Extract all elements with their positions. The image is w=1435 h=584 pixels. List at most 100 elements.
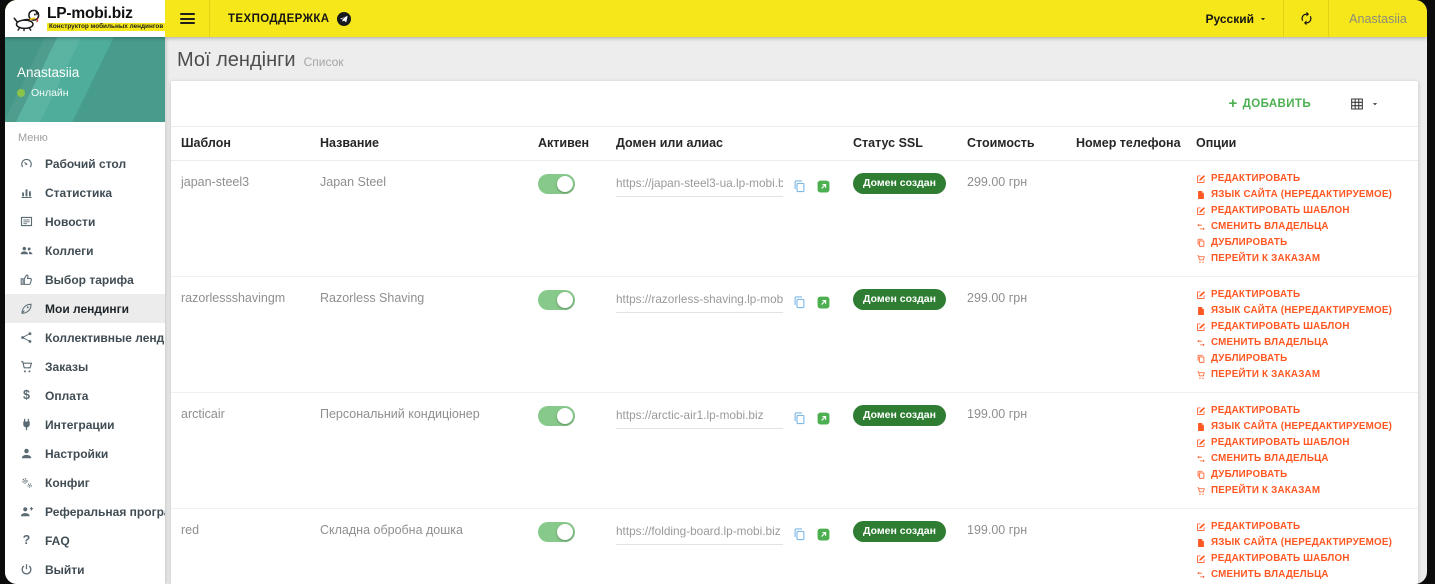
add-button[interactable]: + ДОБАВИТЬ: [1222, 95, 1317, 112]
row-template-name: razorlessshavingm: [181, 291, 286, 305]
edit-icon: [1196, 438, 1206, 448]
support-label: ТЕХПОДДЕРЖКА: [228, 12, 330, 25]
copy-domain-icon[interactable]: [792, 179, 807, 194]
app-window: LP-mobi.biz Конструктор мобильных лендин…: [5, 0, 1427, 584]
logo[interactable]: LP-mobi.biz Конструктор мобильных лендин…: [5, 0, 166, 37]
open-site-icon[interactable]: [816, 295, 831, 310]
page-header: Мої лендінги Список: [165, 37, 1427, 81]
topbar-username[interactable]: Anastasiia: [1329, 0, 1427, 37]
active-toggle[interactable]: [538, 174, 575, 194]
row-option-link[interactable]: ПЕРЕЙТИ К ЗАКАЗАМ: [1196, 369, 1408, 380]
page-subtitle: Список: [303, 55, 344, 69]
file-icon: [1196, 190, 1206, 200]
row-price: 199.00 грн: [967, 407, 1028, 421]
sidebar-item-referral[interactable]: Реферальная программа: [5, 497, 165, 526]
row-option-link[interactable]: РЕДАКТИРОВАТЬ: [1196, 521, 1408, 532]
active-toggle[interactable]: [538, 406, 575, 426]
cart-icon: [18, 359, 35, 374]
view-mode-button[interactable]: [1343, 95, 1386, 113]
row-option-link[interactable]: ДУБЛИРОВАТЬ: [1196, 353, 1408, 364]
card-toolbar: + ДОБАВИТЬ: [171, 81, 1418, 126]
sidebar-item-tariff[interactable]: Выбор тарифа: [5, 265, 165, 294]
domain-input[interactable]: [616, 524, 783, 545]
domain-input[interactable]: [616, 176, 783, 197]
sidebar-item-desktop[interactable]: Рабочий стол: [5, 149, 165, 178]
row-option-link[interactable]: СМЕНИТЬ ВЛАДЕЛЬЦА: [1196, 453, 1408, 464]
edit-icon: [1196, 554, 1206, 564]
sidebar-item-faq[interactable]: ? FAQ: [5, 526, 165, 555]
row-option-link[interactable]: СМЕНИТЬ ВЛАДЕЛЬЦА: [1196, 569, 1408, 580]
online-status-dot: [17, 89, 25, 97]
table-header-row: Шаблон Название Активен Домен или алиас Стат…: [171, 126, 1418, 161]
swap-icon: [1196, 454, 1206, 464]
active-toggle[interactable]: [538, 522, 575, 542]
sidebar-item-landings[interactable]: Мои лендинги: [5, 294, 165, 323]
page-title: Мої лендінги: [177, 49, 296, 71]
support-link[interactable]: ТЕХПОДДЕРЖКА: [210, 0, 370, 37]
sidebar-item-orders[interactable]: Заказы: [5, 352, 165, 381]
sidebar-item-logout[interactable]: Выйти: [5, 555, 165, 584]
sidebar-toggle-button[interactable]: [165, 0, 209, 37]
row-option-link[interactable]: РЕДАКТИРОВАТЬ: [1196, 289, 1408, 300]
row-option-link[interactable]: РЕДАКТИРОВАТЬ: [1196, 173, 1408, 184]
grid-icon: [1349, 96, 1365, 112]
sidebar-item-config[interactable]: Конфиг: [5, 468, 165, 497]
open-site-icon[interactable]: [816, 411, 831, 426]
sidebar-item-settings[interactable]: Настройки: [5, 439, 165, 468]
file-icon: [1196, 422, 1206, 432]
column-header-1: Шаблон: [171, 126, 310, 161]
row-option-link[interactable]: ПЕРЕЙТИ К ЗАКАЗАМ: [1196, 485, 1408, 496]
copy-domain-icon[interactable]: [792, 527, 807, 542]
open-site-icon[interactable]: [816, 527, 831, 542]
row-price: 299.00 грн: [967, 175, 1028, 189]
sidebar-item-collective[interactable]: Коллективные лендинги: [5, 323, 165, 352]
language-dropdown[interactable]: Русский: [1191, 0, 1284, 37]
language-label: Русский: [1205, 11, 1255, 26]
row-option-link[interactable]: РЕДАКТИРОВАТЬ ШАБЛОН: [1196, 321, 1408, 332]
sidebar-item-payment[interactable]: $ Оплата: [5, 381, 165, 410]
sidebar-item-news[interactable]: Новости: [5, 207, 165, 236]
row-option-link[interactable]: ЯЗЫК САЙТА (НЕРЕДАКТИРУЕМОЕ): [1196, 421, 1408, 432]
row-option-link[interactable]: РЕДАКТИРОВАТЬ ШАБЛОН: [1196, 553, 1408, 564]
row-option-link[interactable]: ДУБЛИРОВАТЬ: [1196, 469, 1408, 480]
sidebar-profile: Anastasiia Онлайн: [5, 37, 165, 122]
column-header-3: Активен: [528, 126, 606, 161]
rocket-icon: [18, 301, 35, 316]
news-icon: [18, 214, 35, 229]
row-option-link[interactable]: РЕДАКТИРОВАТЬ ШАБЛОН: [1196, 205, 1408, 216]
duplicate-icon: [1196, 470, 1206, 480]
row-option-link[interactable]: ПЕРЕЙТИ К ЗАКАЗАМ: [1196, 253, 1408, 264]
row-option-link[interactable]: ЯЗЫК САЙТА (НЕРЕДАКТИРУЕМОЕ): [1196, 305, 1408, 316]
logo-subtitle: Конструктор мобильных лендингов: [47, 22, 166, 32]
edit-icon: [1196, 322, 1206, 332]
table-row: razorlessshavingm Razorless Shaving Доме…: [171, 276, 1418, 393]
chevron-down-icon: [1370, 99, 1380, 109]
cart-icon: [1196, 370, 1206, 380]
ssl-status-badge: Домен создан: [853, 289, 946, 310]
copy-domain-icon[interactable]: [792, 411, 807, 426]
sidebar-item-integrations[interactable]: Интеграции: [5, 410, 165, 439]
logo-title: LP-mobi.biz: [47, 4, 133, 22]
domain-input[interactable]: [616, 408, 783, 429]
column-header-6: Стоимость: [957, 126, 1066, 161]
sidebar-item-stats[interactable]: Статистика: [5, 178, 165, 207]
active-toggle[interactable]: [538, 290, 575, 310]
domain-input[interactable]: [616, 292, 783, 313]
row-option-link[interactable]: РЕДАКТИРОВАТЬ ШАБЛОН: [1196, 437, 1408, 448]
row-option-link[interactable]: ДУБЛИРОВАТЬ: [1196, 237, 1408, 248]
edit-icon: [1196, 406, 1206, 416]
table-row: japan-steel3 Japan Steel Домен создан 29…: [171, 160, 1418, 277]
row-option-link[interactable]: ЯЗЫК САЙТА (НЕРЕДАКТИРУЕМОЕ): [1196, 189, 1408, 200]
open-site-icon[interactable]: [816, 179, 831, 194]
row-options: РЕДАКТИРОВАТЬ ЯЗЫК САЙТА (НЕРЕДАКТИРУЕМО…: [1196, 405, 1408, 496]
row-option-link[interactable]: СМЕНИТЬ ВЛАДЕЛЬЦА: [1196, 337, 1408, 348]
row-option-link[interactable]: СМЕНИТЬ ВЛАДЕЛЬЦА: [1196, 221, 1408, 232]
row-option-link[interactable]: РЕДАКТИРОВАТЬ: [1196, 405, 1408, 416]
telegram-icon: [336, 11, 352, 27]
sidebar-item-colleagues[interactable]: Коллеги: [5, 236, 165, 265]
question-icon: ?: [22, 533, 31, 548]
refresh-button[interactable]: [1284, 0, 1328, 37]
copy-domain-icon[interactable]: [792, 295, 807, 310]
ssl-status-badge: Домен создан: [853, 521, 946, 542]
row-option-link[interactable]: ЯЗЫК САЙТА (НЕРЕДАКТИРУЕМОЕ): [1196, 537, 1408, 548]
